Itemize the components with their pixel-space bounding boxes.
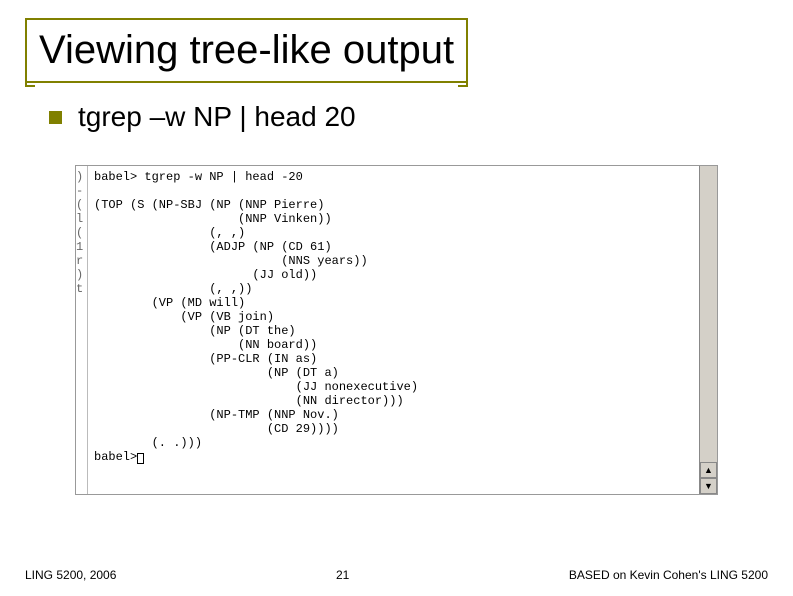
footer-center: 21 [336,568,349,582]
scrollbar[interactable]: ▲ ▼ [699,166,717,494]
terminal-window: ) - ( l ( 1 r ) t babel> tgrep -w NP | h… [75,165,718,495]
scroll-up-arrow[interactable]: ▲ [700,462,717,478]
slide-title-box: Viewing tree-like output [25,18,468,83]
cursor-icon [137,453,144,464]
terminal-left-edge: ) - ( l ( 1 r ) t [76,166,88,494]
footer: LING 5200, 2006 21 BASED on Kevin Cohen'… [25,568,768,582]
footer-right: BASED on Kevin Cohen's LING 5200 [569,568,768,582]
bullet-line: tgrep –w NP | head 20 [49,101,768,133]
slide-title: Viewing tree-like output [39,28,454,72]
scroll-track[interactable] [700,166,717,462]
terminal-content: babel> tgrep -w NP | head -20 (TOP (S (N… [88,166,699,494]
scroll-down-arrow[interactable]: ▼ [700,478,717,494]
bullet-text: tgrep –w NP | head 20 [78,101,356,133]
bullet-icon [49,111,62,124]
footer-left: LING 5200, 2006 [25,568,116,582]
left-fragments: ) - ( l ( 1 r ) t [76,166,88,494]
